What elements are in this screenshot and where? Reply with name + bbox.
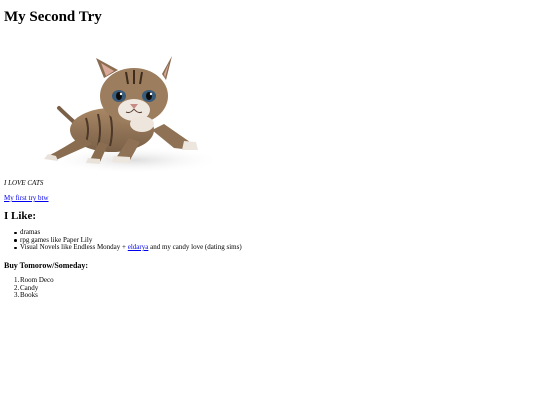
first-try-link[interactable]: My first try btw [4, 194, 49, 202]
kitten-image [4, 38, 249, 176]
buy-heading: Buy Tomorow/Someday: [4, 261, 89, 270]
likes-heading: I Like: [4, 210, 37, 222]
buy-list: 1.Room Deco 2.Candy 3.Books [14, 276, 54, 300]
page-title: My Second Try [4, 9, 102, 25]
list-item: 3.Books [14, 291, 54, 300]
list-item-text-after: and my candy love (dating sims) [148, 243, 242, 251]
likes-list: dramas rpg games like Paper Lily Visual … [14, 228, 242, 252]
first-try-paragraph: My first try btw [4, 194, 49, 203]
list-item-text: Books [20, 291, 38, 299]
list-item: Visual Novels like Endless Monday + elda… [14, 243, 242, 252]
eldarya-link[interactable]: eldarya [128, 243, 149, 251]
image-caption: I LOVE CATS [4, 179, 44, 187]
list-item-text-before: Visual Novels like Endless Monday + [20, 243, 128, 251]
kitten-illustration [44, 56, 224, 174]
